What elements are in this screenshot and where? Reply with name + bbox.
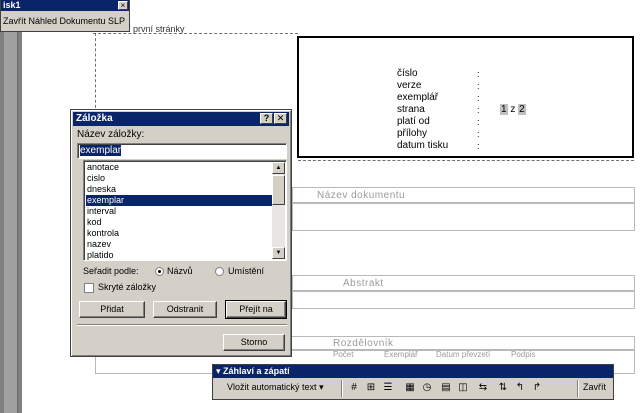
scroll-up-icon[interactable]: ▲: [272, 162, 285, 174]
header-boundary-line: [93, 33, 298, 34]
goto-button[interactable]: Přejít na: [225, 300, 287, 319]
list-item[interactable]: cislo: [86, 173, 272, 184]
insert-autotext-dropdown[interactable]: Vložit automatický text ▾: [227, 382, 324, 393]
same-as-previous-icon[interactable]: ⇆: [476, 381, 490, 395]
info-label-number: číslo: [397, 68, 418, 79]
distribution-col-count: Počet: [333, 350, 354, 359]
toolbar-separator: [577, 380, 579, 397]
first-page-header-label: í první stránky: [128, 24, 185, 34]
previous-icon[interactable]: ↰: [513, 381, 527, 395]
info-colon: :: [477, 81, 480, 91]
info-colon: :: [477, 129, 480, 139]
insert-autotext-label: Vložit automatický text: [227, 382, 317, 392]
page-current-field: 1: [500, 104, 508, 115]
sort-by-label: Seřadit podle:: [83, 266, 139, 276]
document-info-box: číslo verze exemplář strana platí od pří…: [297, 36, 634, 158]
toolbar-separator: [341, 380, 343, 397]
preview-toolbar-close-icon[interactable]: ×: [118, 1, 128, 10]
list-item[interactable]: anotace: [86, 162, 272, 173]
section-title-abstract: Abstrakt: [343, 278, 384, 289]
info-colon: :: [477, 105, 480, 115]
show-text-icon[interactable]: ◫: [456, 381, 470, 395]
section-title-distribution: Rozdělovník: [333, 338, 394, 349]
next-icon[interactable]: ↱: [530, 381, 544, 395]
page-number-icon[interactable]: #: [347, 381, 361, 395]
sort-by-location-radio[interactable]: [215, 267, 224, 276]
preview-toolbar: isk1 × Zavřít Náhled Dokumentu SLP: [0, 0, 130, 32]
page-total-field: 2: [518, 104, 526, 115]
switch-header-footer-icon[interactable]: ⇅: [496, 381, 510, 395]
toolbar-menu-icon[interactable]: ▾: [216, 366, 221, 376]
bookmark-name-input[interactable]: exemplar: [77, 143, 287, 159]
distribution-col-copy: Exemplář: [384, 350, 418, 359]
time-icon[interactable]: ◷: [420, 381, 434, 395]
dialog-separator: [77, 324, 287, 326]
list-item[interactable]: nazev: [86, 239, 272, 250]
chevron-down-icon: ▾: [319, 382, 324, 392]
info-label-attachments: přílohy: [397, 128, 428, 139]
list-scrollbar[interactable]: ▲ ▼: [272, 162, 285, 259]
info-label-valid-from: platí od: [397, 116, 430, 127]
scroll-down-icon[interactable]: ▼: [272, 247, 285, 259]
hidden-bookmarks-checkbox[interactable]: [84, 283, 94, 293]
sort-by-name-radio[interactable]: [155, 267, 164, 276]
dialog-title-bar[interactable]: Záložka ? ✕: [73, 112, 289, 126]
bookmark-name-label: Název záložky:: [77, 129, 145, 140]
info-colon: :: [477, 117, 480, 127]
header-left-boundary: [95, 33, 96, 113]
close-header-footer-button[interactable]: Zavřít: [583, 382, 606, 392]
list-item[interactable]: platido: [86, 250, 272, 260]
format-page-number-icon[interactable]: ☰: [381, 381, 395, 395]
scroll-thumb[interactable]: [272, 175, 285, 205]
section-title-document-name: Název dokumentu: [317, 190, 406, 201]
sort-by-location-label[interactable]: Umístění: [228, 266, 264, 276]
dialog-title: Záložka: [76, 113, 113, 124]
list-item[interactable]: interval: [86, 206, 272, 217]
header-footer-title: Záhlaví a zápatí: [223, 366, 290, 376]
close-icon[interactable]: ✕: [274, 113, 287, 124]
cancel-button[interactable]: Storno: [223, 334, 285, 351]
info-colon: :: [477, 93, 480, 103]
hidden-bookmarks-label[interactable]: Skryté záložky: [98, 282, 156, 292]
bookmark-list[interactable]: anotace cislo dneska exemplar interval k…: [83, 160, 287, 261]
info-colon: :: [477, 69, 480, 79]
info-colon: :: [477, 141, 480, 151]
bookmark-name-value: exemplar: [80, 145, 122, 156]
info-label-copy: exemplář: [397, 92, 439, 103]
date-icon[interactable]: ▦: [403, 381, 417, 395]
distribution-col-date: Datum převzetí: [436, 350, 491, 359]
list-item[interactable]: dneska: [86, 184, 272, 195]
header-bottom-boundary: [298, 160, 634, 161]
document-name-body: [292, 203, 635, 231]
page-setup-icon[interactable]: ▤: [439, 381, 453, 395]
list-item[interactable]: kod: [86, 217, 272, 228]
bookmark-dialog: Záložka ? ✕ Název záložky: exemplar anot…: [70, 109, 292, 357]
distribution-col-signature: Podpis: [511, 350, 536, 359]
add-button[interactable]: Přidat: [79, 301, 145, 318]
close-preview-button[interactable]: Zavřít Náhled Dokumentu SLP: [2, 14, 128, 29]
info-label-version: verze: [397, 80, 422, 91]
list-item[interactable]: kontrola: [86, 228, 272, 239]
page-of-text: z: [510, 104, 516, 115]
help-icon[interactable]: ?: [260, 113, 273, 124]
list-item-selected[interactable]: exemplar: [86, 195, 272, 206]
header-footer-toolbar: ▾ Záhlaví a zápatí Vložit automatický te…: [212, 364, 614, 400]
delete-button[interactable]: Odstranit: [153, 301, 217, 318]
info-label-print-date: datum tisku: [397, 140, 449, 151]
header-footer-toolbar-title[interactable]: ▾ Záhlaví a zápatí: [213, 365, 613, 378]
sort-by-name-label[interactable]: Názvů: [167, 266, 193, 276]
page-count-icon[interactable]: ⊞: [364, 381, 378, 395]
vertical-ruler: [4, 0, 18, 413]
preview-toolbar-title[interactable]: isk1: [1, 0, 129, 11]
info-label-page: strana: [397, 104, 425, 115]
page-number-field: 1 z 2: [500, 104, 526, 116]
abstract-body: [292, 291, 635, 309]
